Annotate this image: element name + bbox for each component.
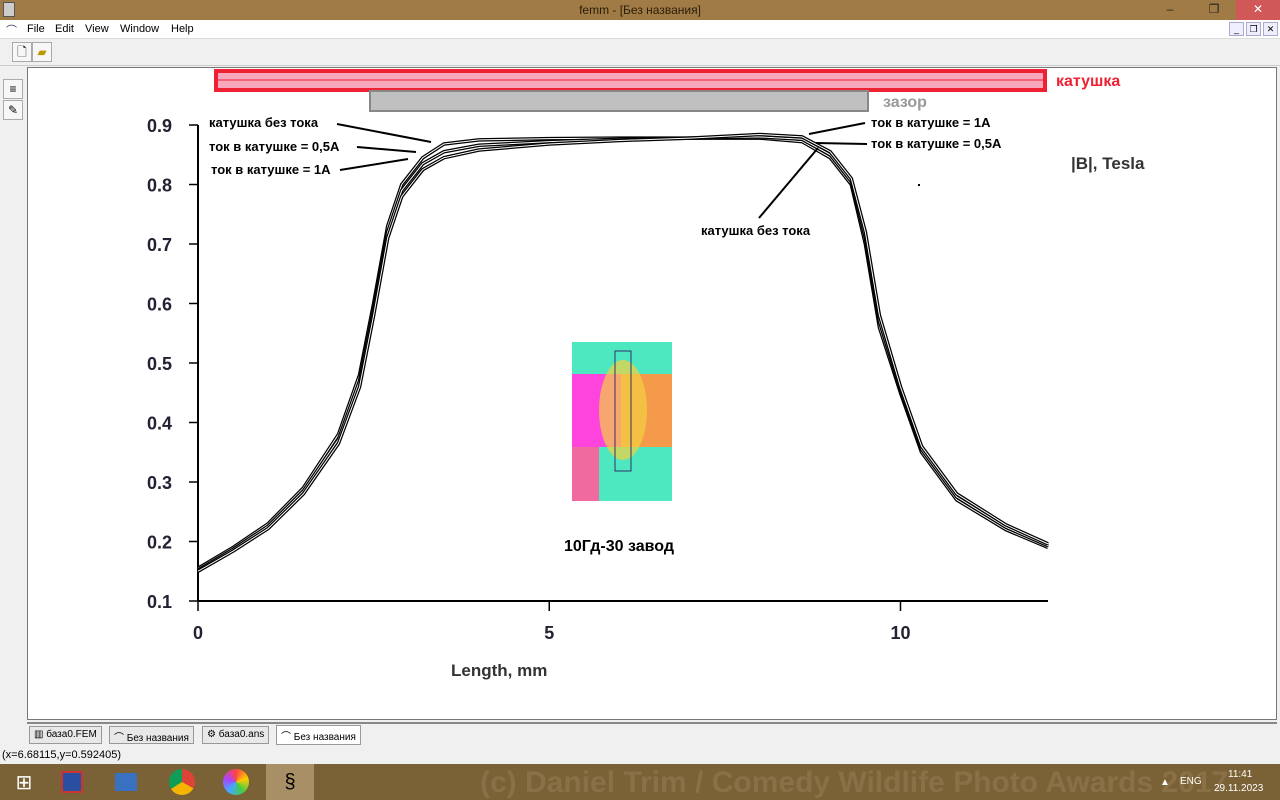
- taskbar-chrome[interactable]: [158, 764, 206, 800]
- x-tick-label: 10: [890, 623, 910, 643]
- annotation-right-one-amp: ток в катушке = 1А: [871, 115, 991, 130]
- menu-view[interactable]: View: [85, 23, 109, 35]
- list-icon[interactable]: ≡: [3, 79, 23, 99]
- ans-icon: ⚙: [207, 729, 219, 740]
- taskbar-picture-app[interactable]: [212, 764, 260, 800]
- y-tick-label: 0.2: [147, 533, 172, 553]
- plot-caption: 10Гд-30 завод: [564, 538, 674, 555]
- y-axis-label: |B|, Tesla: [1071, 154, 1145, 173]
- tab-ans-file[interactable]: ⚙ база0.ans: [202, 726, 270, 744]
- plot-canvas[interactable]: катушка зазор 0.1 0.2 0.3 0.4 0.5 0.6 0.7 0.8 0.…: [27, 67, 1277, 720]
- close-button[interactable]: ✕: [1236, 0, 1280, 20]
- mdi-close-button[interactable]: ✕: [1263, 22, 1278, 36]
- y-tick-label: 0.5: [147, 354, 172, 374]
- coil-icon: §: [284, 770, 296, 793]
- document-icon: ⌒: [6, 25, 17, 37]
- restore-button[interactable]: ❐: [1192, 0, 1236, 20]
- x-tick-label: 0: [193, 623, 203, 643]
- tray-expand-icon[interactable]: ▲: [1160, 777, 1170, 788]
- chrome-icon: [169, 769, 195, 795]
- start-button[interactable]: ⊞: [0, 764, 48, 800]
- minimize-button[interactable]: –: [1148, 0, 1192, 20]
- side-toolbar: ≡ ✎: [0, 67, 26, 722]
- menu-help[interactable]: Help: [171, 23, 194, 35]
- taskbar-network-app[interactable]: [102, 764, 150, 800]
- title-bar: femm - [Без названия] – ❐ ✕: [0, 0, 1280, 20]
- menu-edit[interactable]: Edit: [55, 23, 74, 35]
- edit-icon[interactable]: ✎: [3, 100, 23, 120]
- mdi-restore-button[interactable]: ❐: [1246, 22, 1261, 36]
- taskbar-femm[interactable]: §: [266, 764, 314, 800]
- new-file-button[interactable]: 🗋: [12, 42, 32, 62]
- tab-untitled-2[interactable]: ⌒ Без названия: [276, 725, 361, 745]
- language-indicator[interactable]: ENG: [1180, 776, 1202, 787]
- y-tick-label: 0.9: [147, 116, 172, 136]
- simulation-thumbnail: [572, 342, 672, 501]
- taskbar-save-app[interactable]: [48, 764, 96, 800]
- y-tick-label: 0.6: [147, 295, 172, 315]
- windows-icon: ⊞: [15, 771, 33, 794]
- annotation-right-half-amp: ток в катушке = 0,5А: [871, 136, 1002, 151]
- plot-icon: ⌒: [281, 732, 294, 743]
- y-tick-label: 0.3: [147, 473, 172, 493]
- menu-bar: ⌒ File Edit View Window Help _ ❐ ✕: [0, 20, 1280, 39]
- y-tick-label: 0.4: [147, 414, 172, 434]
- mdi-minimize-button[interactable]: _: [1229, 22, 1244, 36]
- coil-label: катушка: [1056, 73, 1120, 90]
- tab-fem-file[interactable]: ▥ база0.FEM: [29, 726, 102, 744]
- b-field-plot: катушка зазор 0.1 0.2 0.3 0.4 0.5 0.6 0.7 0.8 0.…: [147, 69, 1145, 680]
- plot-icon: ⌒: [114, 733, 127, 744]
- gap-bar: [369, 90, 869, 112]
- y-tick-label: 0.7: [147, 235, 172, 255]
- y-tick-label: 0.1: [147, 592, 172, 612]
- wallpaper-watermark: (c) Daniel Trim / Comedy Wildlife Photo …: [480, 766, 1229, 799]
- document-tabs: ▥ база0.FEM ⌒ Без названия ⚙ база0.ans ⌒…: [27, 722, 1277, 745]
- status-bar: (x=6.68115,y=0.592405): [0, 746, 1280, 764]
- annotation-left-no-current: катушка без тока: [209, 115, 319, 130]
- x-tick-label: 5: [544, 623, 554, 643]
- menu-file[interactable]: File: [27, 23, 45, 35]
- clock-date[interactable]: 29.11.2023: [1214, 783, 1263, 794]
- clock-time[interactable]: 11:41: [1228, 769, 1252, 780]
- gap-label: зазор: [883, 94, 927, 111]
- floppy-icon: [61, 771, 83, 793]
- menu-window[interactable]: Window: [120, 23, 159, 35]
- y-tick-label: 0.8: [147, 176, 172, 196]
- toolbar: 🗋 ▰: [0, 40, 1280, 66]
- open-folder-button[interactable]: ▰: [32, 42, 52, 62]
- computer-icon: [115, 773, 137, 791]
- annotation-left-half-amp: ток в катушке = 0,5А: [209, 139, 340, 154]
- x-axis-label: Length, mm: [451, 661, 547, 680]
- taskbar: (c) Daniel Trim / Comedy Wildlife Photo …: [0, 764, 1280, 800]
- window-title: femm - [Без названия]: [579, 3, 701, 17]
- fem-icon: ▥: [34, 729, 47, 740]
- annotation-left-one-amp: ток в катушке = 1А: [211, 162, 331, 177]
- tab-untitled-1[interactable]: ⌒ Без названия: [109, 726, 194, 744]
- annotation-right-no-current: катушка без тока: [701, 223, 811, 238]
- colorwheel-icon: [223, 769, 249, 795]
